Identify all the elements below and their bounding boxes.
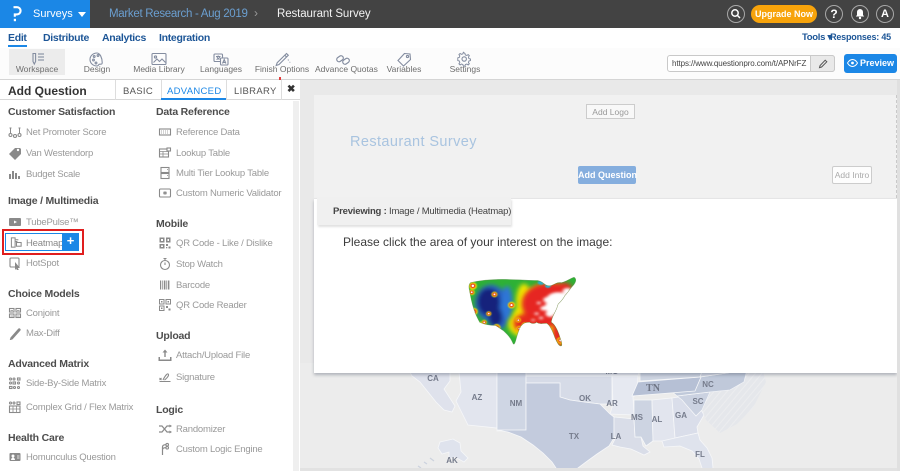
svg-text:SC: SC xyxy=(692,397,703,406)
svg-text:AR: AR xyxy=(606,399,618,408)
svg-text:AK: AK xyxy=(446,456,458,465)
svg-text:FL: FL xyxy=(695,450,705,459)
svg-text:AZ: AZ xyxy=(472,393,483,402)
svg-text:OK: OK xyxy=(579,394,591,403)
svg-text:NM: NM xyxy=(510,399,523,408)
svg-text:GA: GA xyxy=(675,411,687,420)
svg-text:TN: TN xyxy=(646,383,661,394)
svg-text:TX: TX xyxy=(569,432,580,441)
svg-text:MS: MS xyxy=(631,413,644,422)
svg-text:LA: LA xyxy=(611,432,622,441)
svg-text:AL: AL xyxy=(652,415,663,424)
svg-text:NC: NC xyxy=(702,380,714,389)
svg-text:CA: CA xyxy=(427,374,439,383)
